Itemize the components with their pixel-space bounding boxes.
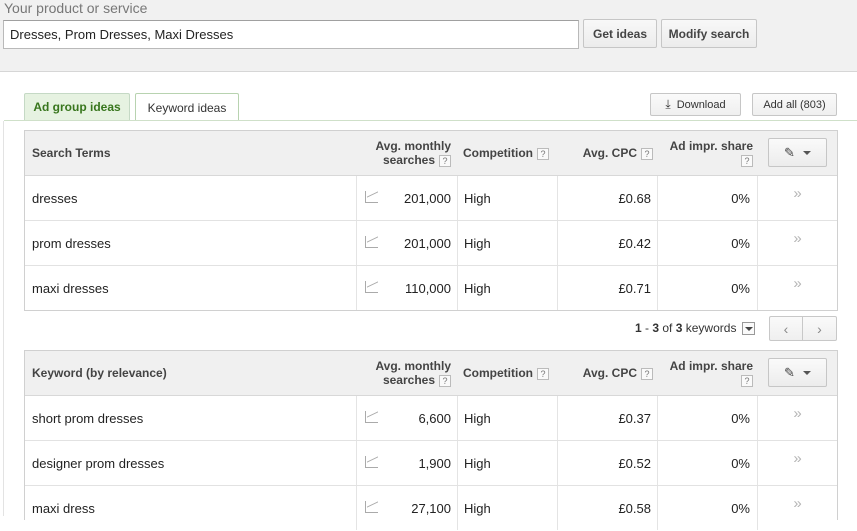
table-row: prom dresses 201,000 High £0.42 0% »	[25, 221, 837, 266]
header-competition[interactable]: Competition?	[463, 366, 549, 380]
header-avg-monthly-searches[interactable]: Avg. monthly searches?	[355, 359, 451, 387]
left-divider	[3, 121, 4, 516]
tab-keyword-ideas[interactable]: Keyword ideas	[135, 93, 239, 121]
help-icon[interactable]: ?	[741, 374, 753, 387]
header-ad-impr-share[interactable]: Ad impr. share ?	[657, 139, 753, 167]
tab-divider	[4, 120, 857, 121]
column-options-button[interactable]: ✎	[768, 138, 827, 167]
header-avg-cpc[interactable]: Avg. CPC?	[557, 366, 653, 380]
pager-summary: 1 - 3 of 3 keywords	[635, 321, 737, 335]
keyword-term: short prom dresses	[32, 410, 144, 426]
get-ideas-button[interactable]: Get ideas	[583, 19, 657, 48]
chevron-down-icon	[802, 150, 811, 155]
table-row: dresses 201,000 High £0.68 0% »	[25, 176, 837, 221]
add-to-plan-icon[interactable]: »	[793, 275, 801, 292]
chevron-down-icon	[802, 370, 811, 375]
download-button[interactable]: ⤓ Download	[650, 93, 741, 116]
avg-searches: 110,000	[404, 280, 451, 296]
header-keyword-relevance[interactable]: Keyword (by relevance)	[32, 366, 167, 380]
help-icon[interactable]: ?	[439, 154, 451, 167]
help-icon[interactable]: ?	[641, 147, 653, 160]
table-row: maxi dress 27,100 High £0.58 0% »	[25, 486, 837, 531]
pencil-icon: ✎	[784, 144, 795, 160]
chevron-left-icon: ‹	[783, 320, 789, 337]
competition: High	[457, 486, 557, 530]
table-header: Keyword (by relevance) Avg. monthly sear…	[25, 351, 837, 396]
avg-searches: 201,000	[404, 190, 451, 206]
add-to-plan-icon[interactable]: »	[793, 495, 801, 512]
header-competition[interactable]: Competition?	[463, 146, 549, 160]
add-to-plan-icon[interactable]: »	[793, 405, 801, 422]
keyword-term: designer prom dresses	[32, 455, 165, 471]
header-search-terms[interactable]: Search Terms	[32, 146, 111, 160]
competition: High	[457, 221, 557, 265]
avg-searches: 201,000	[404, 235, 451, 251]
tab-ad-group-ideas[interactable]: Ad group ideas	[24, 93, 130, 120]
avg-cpc: £0.42	[557, 221, 657, 265]
ad-impr-share: 0%	[657, 486, 757, 530]
help-icon[interactable]: ?	[537, 147, 549, 160]
add-to-plan-icon[interactable]: »	[793, 185, 801, 202]
ad-impr-share: 0%	[657, 266, 757, 310]
previous-page-button[interactable]: ‹	[769, 316, 803, 341]
table-row: maxi dresses 110,000 High £0.71 0% »	[25, 266, 837, 311]
add-cell: »	[757, 176, 837, 220]
avg-cpc: £0.68	[557, 176, 657, 220]
table-row: short prom dresses 6,600 High £0.37 0% »	[25, 396, 837, 441]
competition: High	[457, 441, 557, 485]
keyword-term: maxi dresses	[32, 280, 109, 296]
header-avg-monthly-searches[interactable]: Avg. monthly searches?	[355, 139, 451, 167]
competition: High	[457, 266, 557, 310]
avg-searches: 1,900	[418, 455, 451, 471]
help-icon[interactable]: ?	[641, 367, 653, 380]
rows-per-page-dropdown[interactable]	[742, 322, 755, 335]
column-options-button[interactable]: ✎	[768, 358, 827, 387]
add-cell: »	[757, 396, 837, 440]
ad-impr-share: 0%	[657, 396, 757, 440]
avg-searches: 27,100	[411, 500, 451, 516]
product-search-input[interactable]	[3, 20, 579, 49]
help-icon[interactable]: ?	[537, 367, 549, 380]
ad-impr-share: 0%	[657, 221, 757, 265]
chevron-right-icon: ›	[817, 320, 822, 337]
modify-search-button[interactable]: Modify search	[661, 19, 757, 48]
avg-cpc: £0.52	[557, 441, 657, 485]
ad-impr-share: 0%	[657, 176, 757, 220]
add-to-plan-icon[interactable]: »	[793, 230, 801, 247]
search-label: Your product or service	[4, 0, 148, 16]
add-cell: »	[757, 486, 837, 530]
header-avg-cpc[interactable]: Avg. CPC?	[557, 146, 653, 160]
header-ad-impr-share[interactable]: Ad impr. share ?	[657, 359, 753, 387]
avg-cpc: £0.58	[557, 486, 657, 530]
ad-impr-share: 0%	[657, 441, 757, 485]
keyword-term: dresses	[32, 190, 78, 206]
keyword-term: prom dresses	[32, 235, 111, 251]
add-cell: »	[757, 441, 837, 485]
avg-searches: 6,600	[418, 410, 451, 426]
competition: High	[457, 176, 557, 220]
next-page-button[interactable]: ›	[803, 316, 837, 341]
search-terms-table: Search Terms Avg. monthly searches? Comp…	[24, 130, 838, 311]
avg-cpc: £0.71	[557, 266, 657, 310]
table-header: Search Terms Avg. monthly searches? Comp…	[25, 131, 837, 176]
add-cell: »	[757, 266, 837, 310]
search-panel: Your product or service Get ideas Modify…	[0, 0, 857, 72]
avg-cpc: £0.37	[557, 396, 657, 440]
add-all-button[interactable]: Add all (803)	[752, 93, 837, 116]
add-cell: »	[757, 221, 837, 265]
add-to-plan-icon[interactable]: »	[793, 450, 801, 467]
table-row: designer prom dresses 1,900 High £0.52 0…	[25, 441, 837, 486]
pencil-icon: ✎	[784, 364, 795, 380]
download-icon: ⤓	[665, 97, 671, 111]
competition: High	[457, 396, 557, 440]
download-label: Download	[676, 98, 726, 111]
keyword-ideas-table: Keyword (by relevance) Avg. monthly sear…	[24, 350, 838, 530]
keyword-term: maxi dress	[32, 500, 95, 516]
help-icon[interactable]: ?	[741, 154, 753, 167]
help-icon[interactable]: ?	[439, 374, 451, 387]
